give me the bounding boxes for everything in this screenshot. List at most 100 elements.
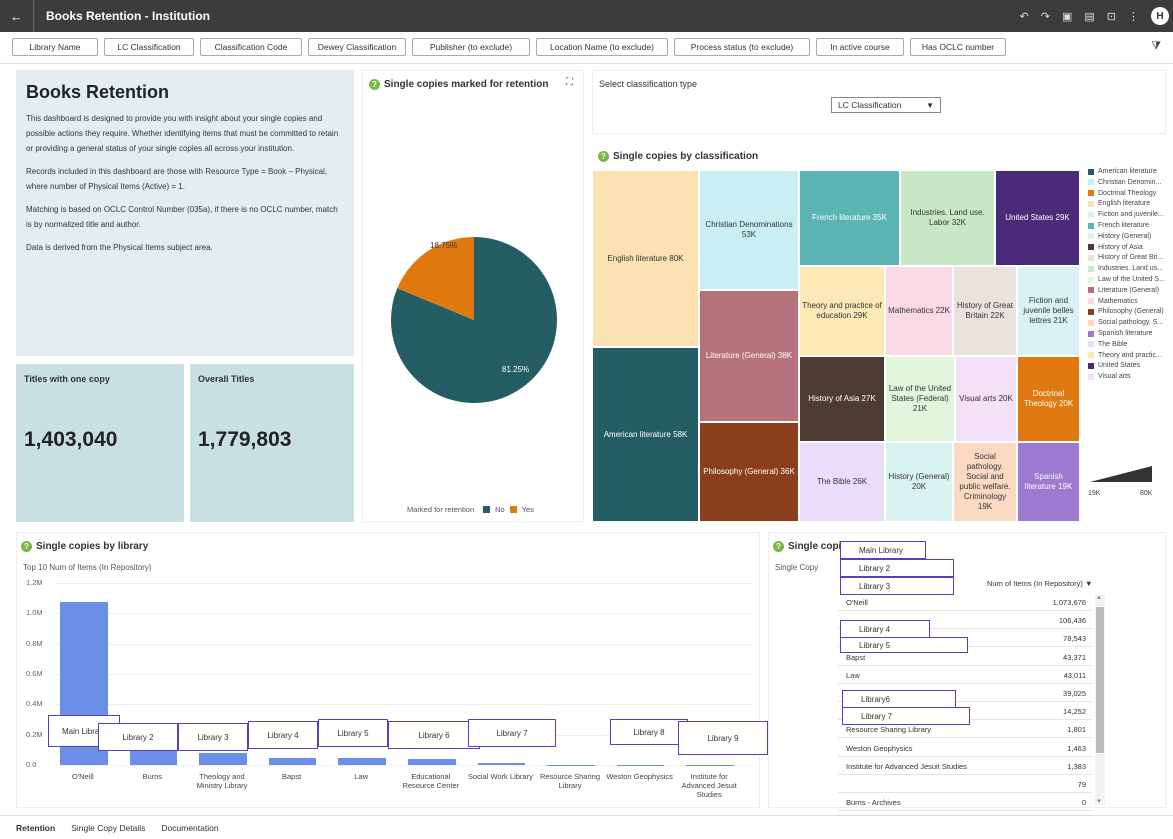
legend-item: Social pathology. S... xyxy=(1088,319,1163,326)
treemap-size-scale xyxy=(1090,466,1152,482)
treemap-cell[interactable]: Christian Denominations 53K xyxy=(699,170,799,290)
treemap-cell[interactable]: History of Great Britain 22K xyxy=(953,266,1017,356)
filter-chip[interactable]: Library Name xyxy=(12,38,98,56)
treemap-cell[interactable]: Law of the United States (Federal) 21K xyxy=(885,356,955,442)
present-icon[interactable]: ⊡ xyxy=(1107,10,1116,23)
x-tick-label: Educational Resource Center xyxy=(402,772,460,790)
table-overlay-label: Library6 xyxy=(842,690,956,708)
filter-chip[interactable]: Classification Code xyxy=(200,38,302,56)
filter-chip[interactable]: In active course xyxy=(816,38,904,56)
treemap-cell[interactable]: Theory and practice of education 29K xyxy=(799,266,885,356)
bar[interactable] xyxy=(199,753,247,765)
bar[interactable] xyxy=(547,764,595,766)
filter-icon[interactable]: ⧩ xyxy=(1151,40,1161,53)
treemap-cell[interactable]: Social pathology. Social and public welf… xyxy=(953,442,1017,522)
legend-item: Fiction and juvenile... xyxy=(1088,211,1164,218)
treemap-cell[interactable]: Mathematics 22K xyxy=(885,266,953,356)
scroll-down-icon[interactable]: ▼ xyxy=(1096,799,1102,805)
table-cell-value: 0 xyxy=(1081,798,1086,808)
table-cell-name: Institute for Advanced Jesuit Studies xyxy=(846,761,967,771)
legend-swatch xyxy=(1088,287,1094,294)
title-bar: ← Books Retention - Institution ↶ ↷ ▣ ▤ … xyxy=(0,0,1173,32)
bar[interactable] xyxy=(408,759,456,765)
table-row[interactable]: 79 xyxy=(838,775,1092,793)
table-row[interactable]: Institute for Advanced Jesuit Studies 1,3… xyxy=(838,757,1092,775)
table-row[interactable]: Law 43,011 xyxy=(838,666,1092,684)
classification-select-panel: Select classification type LC Classifica… xyxy=(592,70,1166,134)
treemap-cell[interactable]: Literature (General) 38K xyxy=(699,290,799,422)
legend-swatch xyxy=(1088,254,1094,261)
scrollbar-thumb[interactable] xyxy=(1096,607,1104,753)
scroll-up-icon[interactable]: ▲ xyxy=(1096,595,1102,601)
redo-icon[interactable]: ↷ xyxy=(1041,10,1050,23)
back-arrow-icon[interactable]: ← xyxy=(0,0,34,32)
treemap-cell[interactable]: French literature 35K xyxy=(799,170,900,266)
treemap-cell[interactable]: Philosophy (General) 36K xyxy=(699,422,799,522)
treemap-cell[interactable]: English literature 80K xyxy=(592,170,699,347)
info-icon[interactable]: ? xyxy=(773,541,784,552)
legend-swatch xyxy=(1088,308,1094,315)
legend-swatch xyxy=(1088,265,1094,272)
table-row[interactable]: Burns - Archives 0 xyxy=(838,793,1092,812)
treemap-cell[interactable]: Fiction and juvenile belles lettres 21K xyxy=(1017,266,1080,356)
legend-label: Law of the United S... xyxy=(1098,276,1165,283)
menu-icon[interactable]: ⋮ xyxy=(1128,10,1139,23)
filter-chip[interactable]: Location Name (to exclude) xyxy=(536,38,668,56)
legend-item: History of Asia xyxy=(1088,244,1143,251)
bar-overlay-label: Library 8 xyxy=(610,719,688,745)
tab-retention[interactable]: Retention xyxy=(16,823,55,833)
table-row[interactable]: O'Neill 1,073,676 xyxy=(838,593,1092,611)
bar[interactable] xyxy=(616,764,665,766)
legend-swatch xyxy=(1088,190,1094,197)
table-row[interactable]: Weston Geophysics 1,463 xyxy=(838,739,1092,757)
bar[interactable] xyxy=(338,758,386,765)
legend-label: Fiction and juvenile... xyxy=(1098,211,1164,219)
legend-swatch xyxy=(1088,276,1094,283)
table-col-header-text: Num of Items (In Repository) xyxy=(987,579,1083,588)
x-tick-label: Weston Geophysics xyxy=(606,772,673,781)
bar[interactable] xyxy=(686,764,734,766)
classification-dropdown[interactable]: LC Classification ▼ xyxy=(831,97,941,113)
bar[interactable] xyxy=(129,748,178,765)
undo-icon[interactable]: ↶ xyxy=(1020,10,1029,23)
treemap-cell[interactable]: The Bible 26K xyxy=(799,442,885,522)
scrollbar[interactable]: ▲ ▼ xyxy=(1095,595,1105,805)
y-tick-label: 0.2M xyxy=(26,729,43,739)
filter-chip[interactable]: Publisher (to exclude) xyxy=(412,38,530,56)
treemap-cell[interactable]: United States 29K xyxy=(995,170,1080,266)
tab-documentation[interactable]: Documentation xyxy=(161,823,218,833)
bar-title: ? Single copies by library xyxy=(21,541,148,552)
treemap-cell[interactable]: Spanish literature 19K xyxy=(1017,442,1080,522)
legend-label: Industries. Land us... xyxy=(1098,265,1163,273)
filter-chip[interactable]: LC Classification xyxy=(104,38,194,56)
filter-chip[interactable]: Process status (to exclude) xyxy=(674,38,810,56)
treemap-cell[interactable]: Visual arts 20K xyxy=(955,356,1017,442)
filter-chip[interactable]: Has OCLC number xyxy=(910,38,1006,56)
filter-bar: Library Name LC Classification Classific… xyxy=(0,32,1173,64)
comment-icon[interactable]: ▤ xyxy=(1084,10,1094,23)
legend-item: History of Great Bri... xyxy=(1088,254,1163,261)
legend-swatch xyxy=(1088,179,1094,186)
y-tick-label: 1.0M xyxy=(26,608,43,618)
table-cell-name: Resource Sharing Library xyxy=(846,725,932,735)
save-icon[interactable]: ▣ xyxy=(1062,10,1072,23)
bar[interactable] xyxy=(477,762,526,765)
filter-chip[interactable]: Dewey Classification xyxy=(308,38,406,56)
avatar[interactable]: H xyxy=(1151,7,1169,25)
bar[interactable] xyxy=(268,758,317,765)
legend-label: History of Great Bri... xyxy=(1098,254,1164,262)
treemap-cell[interactable]: History of Asia 27K xyxy=(799,356,885,442)
treemap-cell[interactable]: History (General) 20K xyxy=(885,442,953,522)
table-cell-name: Weston Geophysics xyxy=(846,743,913,753)
info-icon[interactable]: ? xyxy=(21,541,32,552)
x-tick-label: Bapst xyxy=(282,772,302,781)
info-icon[interactable]: ? xyxy=(598,151,609,162)
treemap-cell[interactable]: Industries. Land use. Labor 32K xyxy=(900,170,995,266)
tab-single-copy-details[interactable]: Single Copy Details xyxy=(71,823,145,833)
table-cell-value: 39,025 xyxy=(1063,689,1086,698)
table-cell-name: Burns - Archives xyxy=(846,798,901,808)
treemap-cell[interactable]: American literature 58K xyxy=(592,347,699,522)
y-tick-label: 0.0 xyxy=(26,760,37,769)
treemap-cell[interactable]: Doctrinal Theology 20K xyxy=(1017,356,1080,442)
table-col-header[interactable]: Num of Items (In Repository) ▼ xyxy=(987,579,1092,588)
